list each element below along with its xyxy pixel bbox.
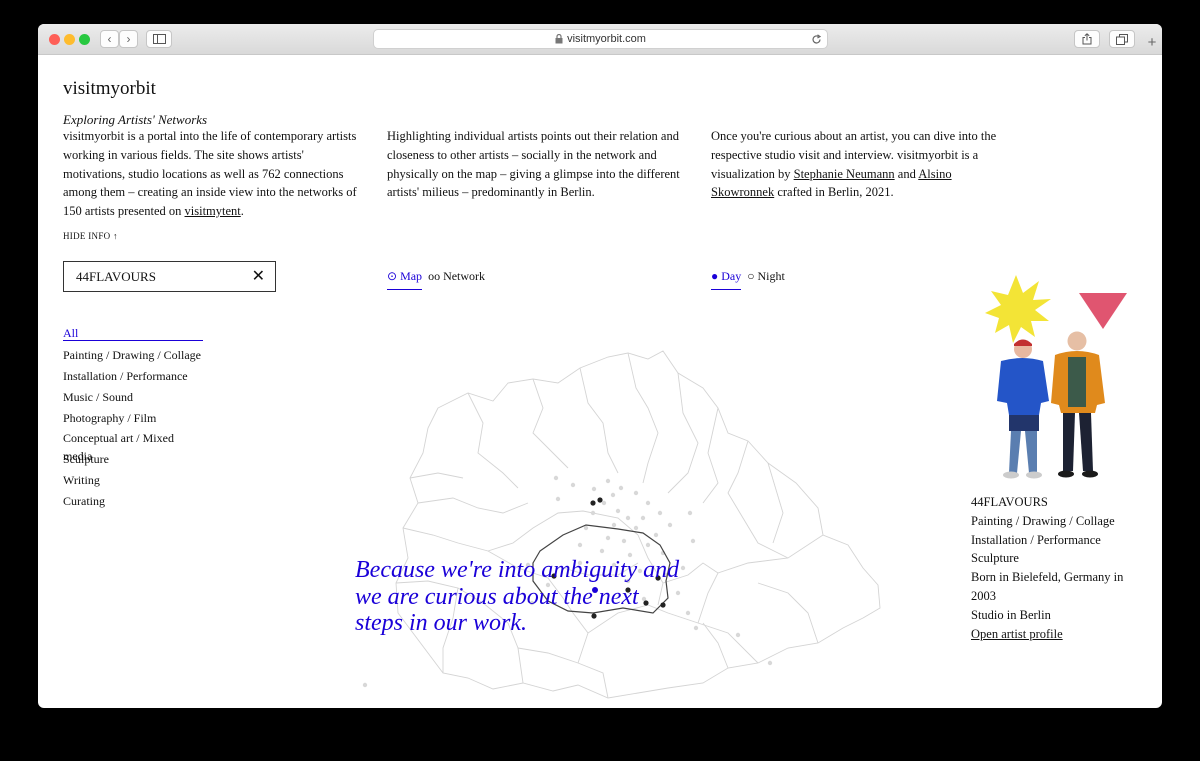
network-icon: oo [428, 269, 441, 283]
chevron-left-icon: ‹ [107, 32, 112, 46]
new-tab-button[interactable]: + [1142, 33, 1162, 51]
close-window-button[interactable] [49, 34, 60, 45]
category-music[interactable]: Music / Sound [63, 388, 203, 409]
time-toggle: ● Day ○ Night [711, 269, 785, 290]
tab-day[interactable]: ● Day [711, 269, 742, 290]
tabs-overview-button[interactable] [1109, 30, 1135, 48]
map-icon: ⊙ [387, 269, 398, 283]
clear-search-icon[interactable]: ✕ [252, 268, 265, 285]
artist-category: Sculpture [971, 551, 1019, 566]
sidebar-icon [152, 34, 166, 44]
forward-button[interactable]: › [119, 30, 138, 48]
reload-icon[interactable] [811, 34, 822, 45]
address-bar[interactable]: visitmyorbit.com [373, 29, 828, 49]
tabs-icon [1116, 33, 1128, 45]
artist-quote: Because we're into ambiguity and we are … [355, 557, 680, 636]
person-left [997, 339, 1049, 479]
category-installation[interactable]: Installation / Performance [63, 367, 203, 388]
hide-info-button[interactable]: HIDE INFO ↑ [63, 231, 118, 241]
search-box: ✕ [63, 261, 276, 292]
share-icon [1082, 33, 1092, 45]
view-toggle: ⊙ Map oo Network [387, 269, 485, 290]
intro-and: and [894, 166, 919, 181]
page-content: visitmyorbit Exploring Artists' Networks… [38, 55, 1162, 708]
tab-night[interactable]: ○ Night [747, 269, 785, 290]
star-shape [985, 275, 1051, 343]
lock-icon [555, 34, 563, 44]
person-right [1051, 331, 1105, 478]
artist-category: Painting / Drawing / Collage [971, 513, 1115, 528]
berlin-map[interactable] [318, 313, 918, 708]
triangle-shape [1079, 293, 1127, 329]
tab-map-label: Map [400, 269, 423, 283]
category-photography[interactable]: Photography / Film [63, 409, 203, 430]
sidebar-toggle-button[interactable] [146, 30, 172, 48]
minimize-window-button[interactable] [64, 34, 75, 45]
browser-window: ‹ › visitmyorbit.com + visitmyorbit Expl… [38, 24, 1162, 708]
category-sculpture[interactable]: Sculpture [63, 450, 203, 471]
tab-day-label: Day [721, 269, 742, 283]
intro-column-2: Highlighting individual artists points o… [387, 127, 687, 202]
category-curating[interactable]: Curating [63, 492, 203, 513]
chevron-right-icon: › [126, 32, 131, 46]
night-icon: ○ [747, 269, 755, 283]
intro-column-3: Once you're curious about an artist, you… [711, 127, 1011, 202]
district-borders [395, 350, 881, 699]
stephanie-neumann-link[interactable]: Stephanie Neumann [794, 167, 895, 181]
intro-text-2: Highlighting individual artists points o… [387, 129, 680, 200]
intro-punct: . [240, 204, 244, 219]
artist-photo[interactable] [971, 273, 1131, 483]
artist-studio: Studio in Berlin [971, 607, 1051, 622]
category-painting[interactable]: Painting / Drawing / Collage [63, 346, 203, 367]
search-input[interactable] [76, 268, 252, 285]
category-filter-list: All Painting / Drawing / Collage Install… [63, 324, 203, 513]
share-button[interactable] [1074, 30, 1100, 48]
artist-details: 44FLAVOURS Painting / Drawing / Collage … [971, 493, 1141, 643]
tab-network[interactable]: oo Network [428, 269, 485, 290]
intro-column-1: visitmyorbit is a portal into the life o… [63, 127, 363, 221]
open-artist-profile-link[interactable]: Open artist profile [971, 627, 1063, 641]
category-writing[interactable]: Writing [63, 471, 203, 492]
artist-category: Installation / Performance [971, 532, 1101, 547]
site-title[interactable]: visitmyorbit [63, 78, 156, 100]
browser-toolbar: ‹ › visitmyorbit.com + [38, 24, 1162, 55]
tab-network-label: Network [443, 269, 486, 283]
zoom-window-button[interactable] [79, 34, 90, 45]
category-conceptual[interactable]: Conceptual art / Mixed media [63, 429, 203, 463]
back-button[interactable]: ‹ [100, 30, 119, 48]
url-text: visitmyorbit.com [567, 33, 646, 45]
plus-icon: + [1147, 33, 1157, 51]
tab-map[interactable]: ⊙ Map [387, 269, 423, 290]
visitmytent-link[interactable]: visitmytent [185, 204, 241, 218]
artist-name: 44FLAVOURS [971, 495, 1048, 509]
artist-born: Born in Bielefeld, Germany in 2003 [971, 570, 1124, 603]
intro-end: crafted in Berlin, 2021. [774, 185, 894, 200]
site-subtitle: Exploring Artists' Networks [63, 112, 208, 127]
category-all[interactable]: All [63, 324, 203, 341]
tab-night-label: Night [757, 269, 785, 283]
day-icon: ● [711, 269, 719, 283]
